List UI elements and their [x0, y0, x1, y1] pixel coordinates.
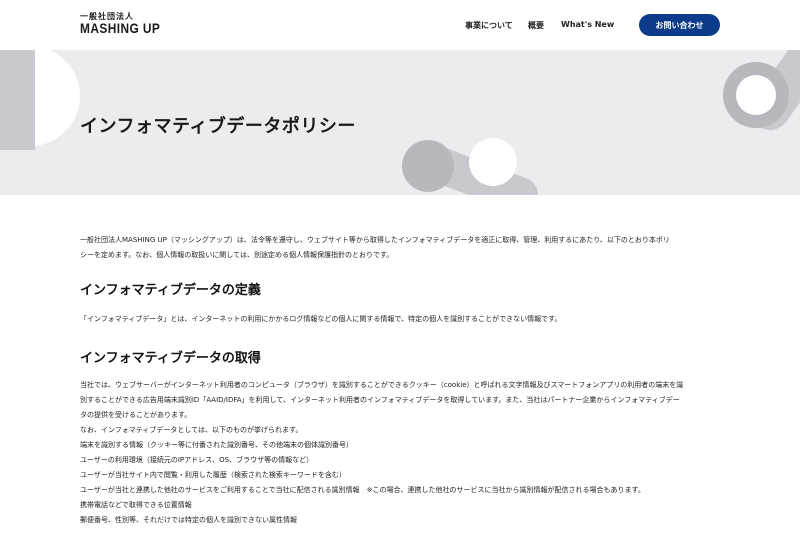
hero-banner: インフォマティブデータポリシー: [0, 50, 800, 195]
list-item: ユーザーが当社と連携した他社のサービスをご利用することで当社に配信される識別情報…: [80, 486, 645, 494]
section-acquisition-body: 当社では、ウェブサーバーがインターネット利用者のコンピュータ（ブラウザ）を識別す…: [80, 378, 720, 528]
list-item: 郵便番号、性別等、それだけでは特定の個人を識別できない属性情報: [80, 516, 297, 524]
intro-line: シーを定めます。なお、個人情報の取扱いに関しては、別途定める個人情報保護指針のと…: [80, 251, 394, 259]
intro-text: 一般社団法人MASHING UP（マッシングアップ）は、法令等を遵守し、ウェブサ…: [80, 233, 720, 263]
nav-whats-new[interactable]: What's New: [561, 20, 614, 29]
section-acquisition: インフォマティブデータの取得: [80, 351, 720, 366]
paragraph: 「インフォマティブデータ」とは、インターネットの利用にかかるログ情報などの個人に…: [80, 315, 562, 323]
list-item: ユーザーの利用環境（接続元のIPアドレス、OS、ブラウザ等の情報など）: [80, 456, 314, 464]
list-item: 携帯電話などで取得できる位置情報: [80, 501, 192, 509]
section-heading: インフォマティブデータの取得: [80, 351, 261, 366]
section-definition-body: 「インフォマティブデータ」とは、インターネットの利用にかかるログ情報などの個人に…: [80, 312, 720, 327]
paragraph-line: なお、インフォマティブデータとしては、以下のものが挙げられます。: [80, 426, 303, 434]
logo-title: MASHING UP: [80, 20, 161, 36]
paragraph-line: 当社では、ウェブサーバーがインターネット利用者のコンピュータ（ブラウザ）を識別す…: [80, 381, 684, 389]
page-title: インフォマティブデータポリシー: [80, 116, 356, 137]
intro-line: 一般社団法人MASHING UP（マッシングアップ）は、法令等を遵守し、ウェブサ…: [80, 236, 670, 244]
paragraph-line: 別することができる広告用端末識別ID「AAID/IDFA」を利用して、インターネ…: [80, 396, 680, 404]
site-logo[interactable]: 一般社団法人 MASHING UP: [80, 12, 174, 35]
paragraph-line: タの提供を受けることがあります。: [80, 411, 192, 419]
nav-about-business[interactable]: 事業について: [465, 20, 513, 31]
section-heading: インフォマティブデータの定義: [80, 283, 261, 298]
section-definition: インフォマティブデータの定義: [80, 283, 720, 298]
contact-button[interactable]: お問い合わせ: [639, 14, 720, 36]
list-item: ユーザーが当社サイト内で閲覧・利用した履歴（検索された検索キーワードを含む）: [80, 471, 346, 479]
nav-overview[interactable]: 概要: [528, 20, 544, 31]
list-item: 端末を識別する情報（クッキー等に付番された識別番号、その他端末の個体識別番号）: [80, 441, 353, 449]
site-header: 一般社団法人 MASHING UP 事業について 概要 What's New お…: [0, 0, 800, 50]
